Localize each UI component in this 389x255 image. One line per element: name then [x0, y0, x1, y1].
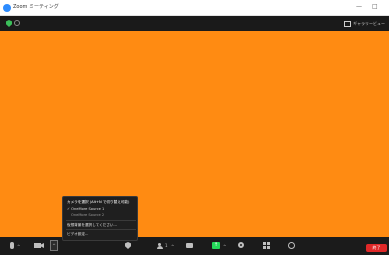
microphone-icon[interactable] [10, 242, 14, 249]
meeting-toolbar [0, 237, 389, 255]
video-area [0, 31, 389, 237]
grid-view-icon [344, 20, 351, 27]
meeting-info-icon[interactable] [14, 20, 20, 26]
end-meeting-button[interactable]: 終了 [366, 244, 387, 252]
menu-divider [66, 229, 136, 230]
video-camera-icon[interactable] [34, 243, 41, 248]
chat-bubble-icon[interactable] [186, 243, 193, 248]
camera-menu-heading: カメラを選択 (Alt+N で切り替え可能) [67, 200, 130, 204]
camera-option-source-2[interactable]: OneMore Source 2 [71, 213, 104, 218]
participants-caret-icon[interactable]: ^ [171, 244, 174, 249]
window-titlebar: Zoom ミーティング — □ [0, 0, 389, 16]
window-title: Zoom ミーティング [13, 4, 59, 10]
record-icon[interactable] [238, 242, 244, 248]
gallery-view-label: ギャラリービュー [353, 20, 385, 26]
video-settings-item[interactable]: ビデオ設定... [67, 232, 88, 237]
participants-icon[interactable] [157, 243, 164, 249]
video-options-caret-button[interactable]: ^ [50, 240, 58, 251]
share-screen-button[interactable]: ↑ [212, 242, 220, 249]
share-options-caret-icon[interactable]: ^ [223, 244, 226, 249]
camera-option-source-1[interactable]: ✓ OneMore Source 1 [67, 207, 104, 212]
participants-count: 1 [165, 243, 168, 248]
menu-divider [66, 220, 136, 221]
gallery-view-button[interactable]: ギャラリービュー [344, 19, 385, 28]
camera-select-menu: カメラを選択 (Alt+N で切り替え可能) ✓ OneMore Source … [62, 196, 138, 241]
maximize-button[interactable]: □ [372, 3, 378, 11]
audio-options-caret-icon[interactable]: ^ [17, 244, 20, 249]
minimize-button[interactable]: — [356, 3, 362, 11]
meeting-top-bar [0, 16, 389, 31]
apps-grid-icon[interactable] [263, 242, 270, 249]
more-options-icon[interactable] [288, 242, 295, 249]
zoom-app-icon [3, 4, 11, 12]
choose-virtual-background-item[interactable]: 仮想背景を選択してください... [67, 223, 117, 228]
